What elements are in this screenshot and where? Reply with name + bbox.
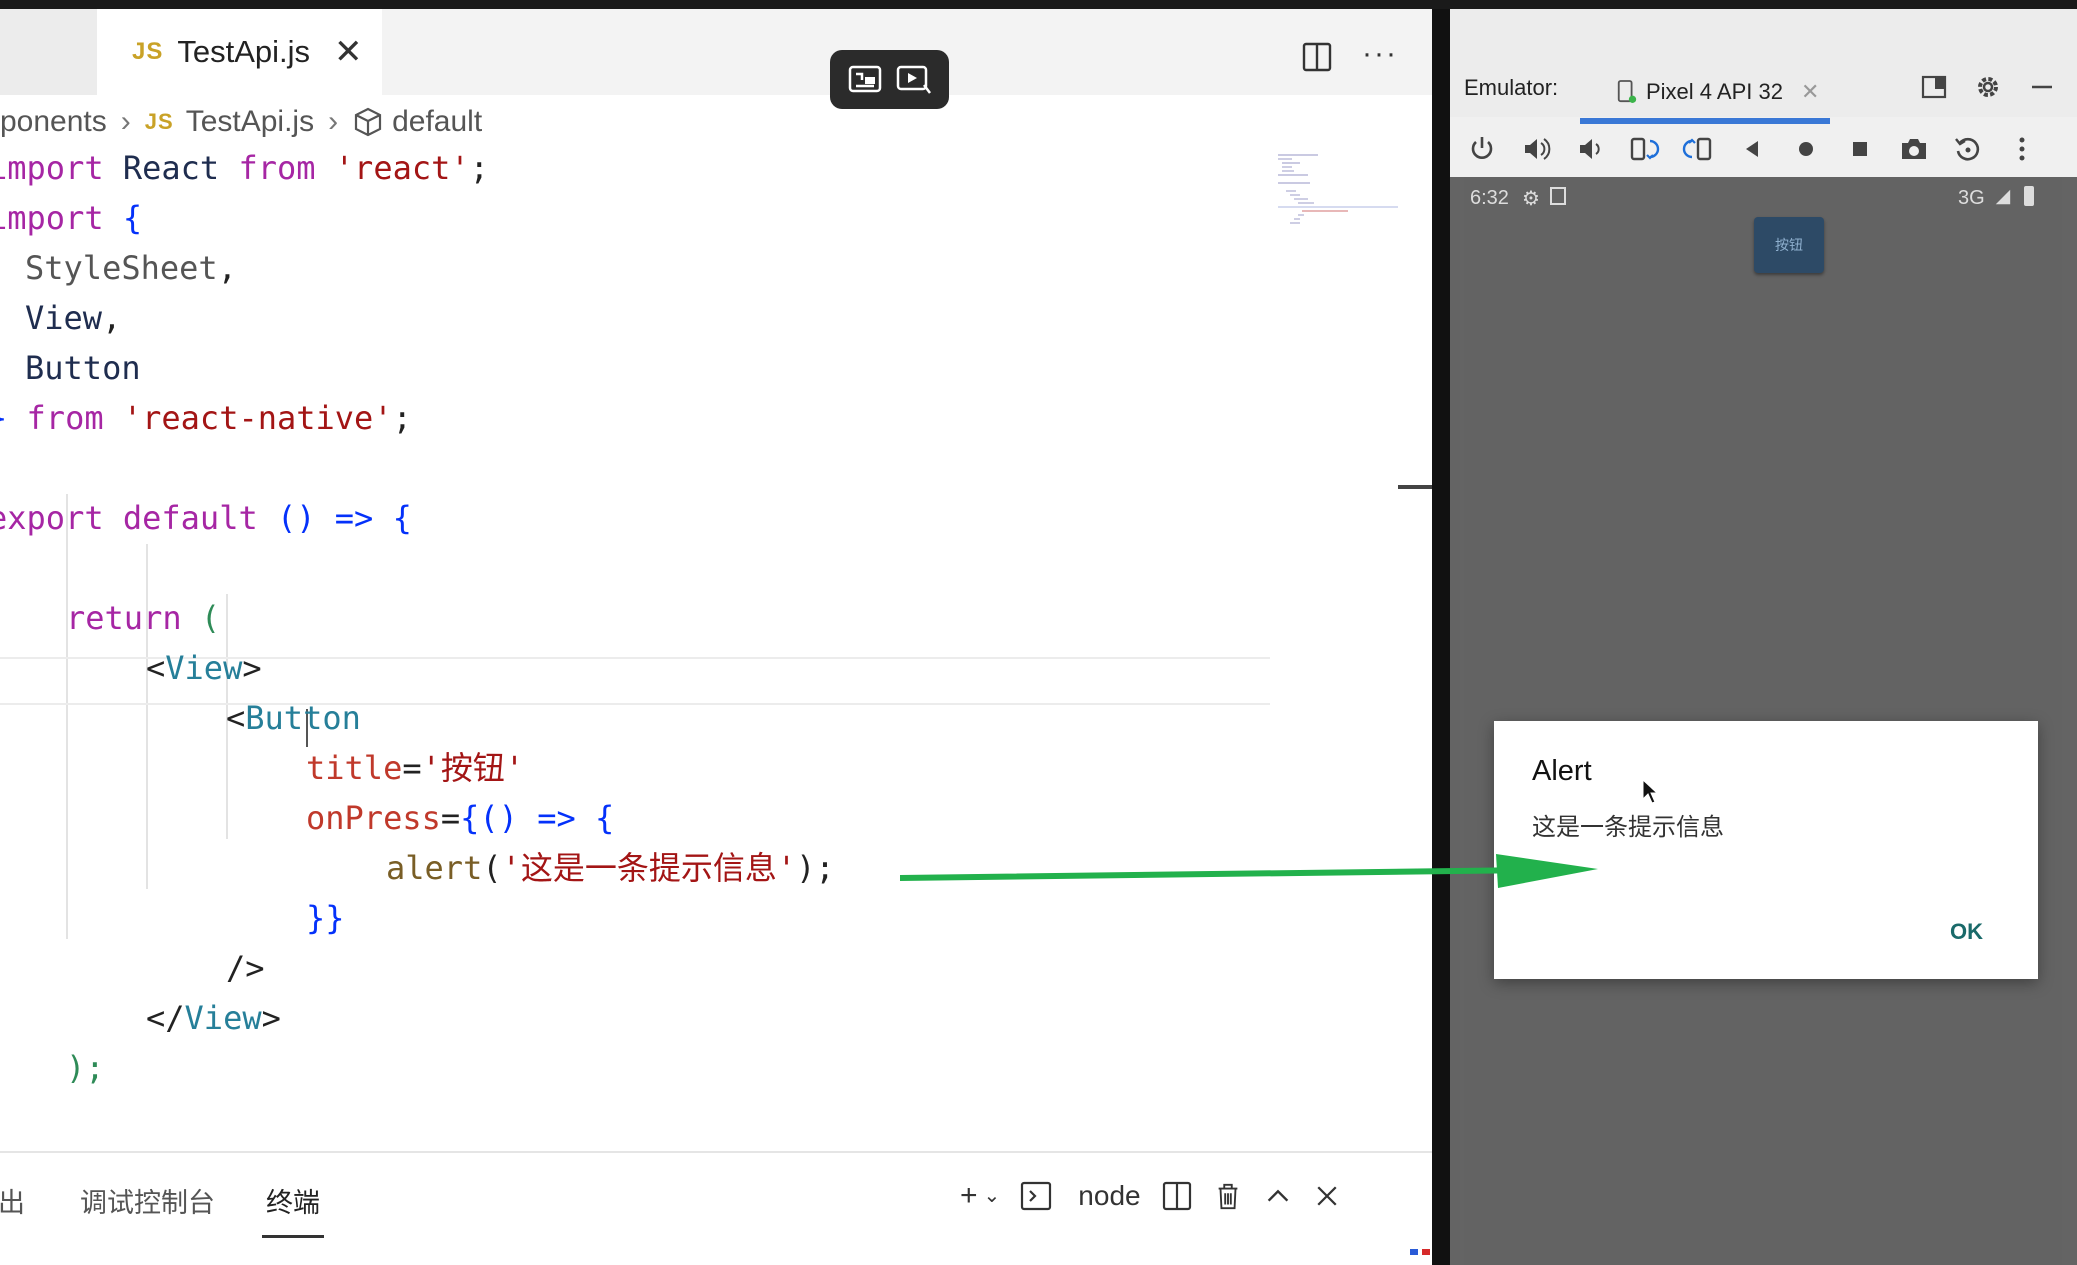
emulator-header-tools [1920,73,2056,101]
code-line-10: return ( [66,599,221,637]
active-tab-underline [262,1235,324,1238]
breadcrumb-symbol[interactable]: default [392,105,482,139]
floating-toolbar [830,50,949,109]
breadcrumb-file[interactable]: TestApi.js [186,105,314,139]
code-line-18: </View> [146,999,281,1037]
dialog-message: 这是一条提示信息 [1532,813,1724,841]
close-icon[interactable]: ✕ [334,35,363,69]
code-editor: JS TestApi.js ✕ ··· ponents › JS TestApi… [0,9,1432,1265]
code-line-8: export default () => { [0,499,412,537]
js-file-icon: JS [132,38,164,65]
device-tab[interactable]: Pixel 4 API 32 ✕ [1610,61,1858,123]
signal-icon [1995,189,2011,205]
back-icon[interactable] [1736,133,1768,165]
code-line-3: StyleSheet, [25,249,237,287]
window-divider [1432,9,1450,1265]
code-line-11: <View> [146,649,262,687]
js-file-icon: JS [144,109,174,134]
code-line-13: title='按钮' [306,749,525,787]
chevron-down-icon[interactable]: ⌄ [984,1186,1001,1206]
code-line-2: import { [0,199,143,237]
screen-capture-icon[interactable] [847,63,883,97]
chevron-up-icon[interactable] [1263,1181,1293,1211]
window-layout-icon[interactable] [1920,73,1948,101]
rotate-left-icon[interactable] [1628,133,1660,165]
battery-icon [2024,186,2034,206]
code-line-5: Button [25,349,141,387]
volume-down-icon[interactable] [1574,133,1606,165]
scrollbar-marker[interactable] [1398,485,1432,489]
overview-icon[interactable] [1844,133,1876,165]
reset-icon[interactable] [1952,133,1984,165]
code-line-4: View, [25,299,122,337]
emulator-window: Emulator: Pixel 4 API 32 ✕ 6:32 ⚙ 3G 按钮 … [1450,9,2077,1265]
split-terminal-icon[interactable] [1161,1180,1193,1212]
emulator-controls [1466,133,2038,165]
app-alert-button[interactable]: 按钮 [1754,217,1824,273]
record-play-icon[interactable] [896,63,932,97]
camera-icon[interactable] [1898,133,1930,165]
tab-terminal[interactable]: 终端 [266,1181,320,1220]
status-dots-icon [1410,1249,1430,1255]
code-line-15: alert('这是一条提示信息'); [386,849,835,887]
gear-icon: ⚙ [1522,188,1540,210]
close-icon[interactable] [1313,1182,1341,1210]
bottom-panel: 出 调试控制台 终端 + ⌄ node [0,1151,1432,1265]
code-line-16: }} [306,899,345,937]
terminal-name[interactable]: node [1078,1180,1140,1212]
breadcrumb: ponents › JS TestApi.js › default [0,101,482,143]
notification-icon [1550,187,1566,205]
device-phone-icon [1617,80,1637,103]
trash-icon[interactable] [1213,1180,1243,1212]
indent-guide [66,494,68,939]
code-line-14: onPress={() => { [306,799,615,837]
active-tab-underline [1580,118,1830,124]
split-editor-icon[interactable] [1301,41,1333,73]
device-screen[interactable]: 6:32 ⚙ 3G 按钮 Alert 这是一条提示信息 OK [1464,177,2062,1265]
alert-dialog: Alert 这是一条提示信息 OK [1494,721,2038,979]
editor-tab-strip: JS TestApi.js ✕ [0,9,1432,95]
plus-icon[interactable]: + [960,1181,978,1211]
top-window-bar [0,0,2077,9]
panel-toolbar: + ⌄ node [960,1169,1341,1223]
device-name: Pixel 4 API 32 [1646,79,1783,104]
annotation-arrow-icon [900,854,1598,888]
close-icon[interactable]: ✕ [1801,79,1819,105]
network-status: 3G [1958,187,1985,209]
chevron-right-icon: › [328,105,339,138]
volume-up-icon[interactable] [1520,133,1552,165]
tab-title: TestApi.js [177,34,311,69]
terminal-icon [1021,1181,1052,1211]
inactive-tab-area[interactable] [0,9,97,95]
rotate-right-icon[interactable] [1682,133,1714,165]
more-actions-icon[interactable]: ··· [1362,39,1398,69]
mouse-cursor-icon [1642,779,1658,804]
code-line-17: /> [226,949,265,987]
tab-output[interactable]: 出 [0,1181,25,1220]
symbol-cube-icon [354,107,382,137]
minimap[interactable] [1278,149,1398,229]
dialog-title: Alert [1532,755,1592,787]
dialog-ok-button[interactable]: OK [1950,919,1983,945]
code-line-12: <Button [226,699,361,737]
tab-debug-console[interactable]: 调试控制台 [80,1181,215,1220]
more-vertical-icon[interactable] [2006,133,2038,165]
gear-icon[interactable] [1974,73,2002,101]
tab-testapi-js[interactable]: JS TestApi.js ✕ [97,9,382,95]
minimize-icon[interactable] [2028,73,2056,101]
emulator-label: Emulator: [1464,75,1559,100]
power-icon[interactable] [1466,133,1498,165]
chevron-right-icon: › [120,105,131,138]
code-line-1: import React from 'react'; [0,149,489,187]
status-time: 6:32 [1470,187,1509,209]
code-line-6: } from 'react-native'; [0,399,412,437]
code-line-19: ); [66,1049,105,1087]
breadcrumb-folder[interactable]: ponents [0,105,107,139]
home-icon[interactable] [1790,133,1822,165]
android-status-bar: 6:32 ⚙ 3G [1464,177,2062,221]
